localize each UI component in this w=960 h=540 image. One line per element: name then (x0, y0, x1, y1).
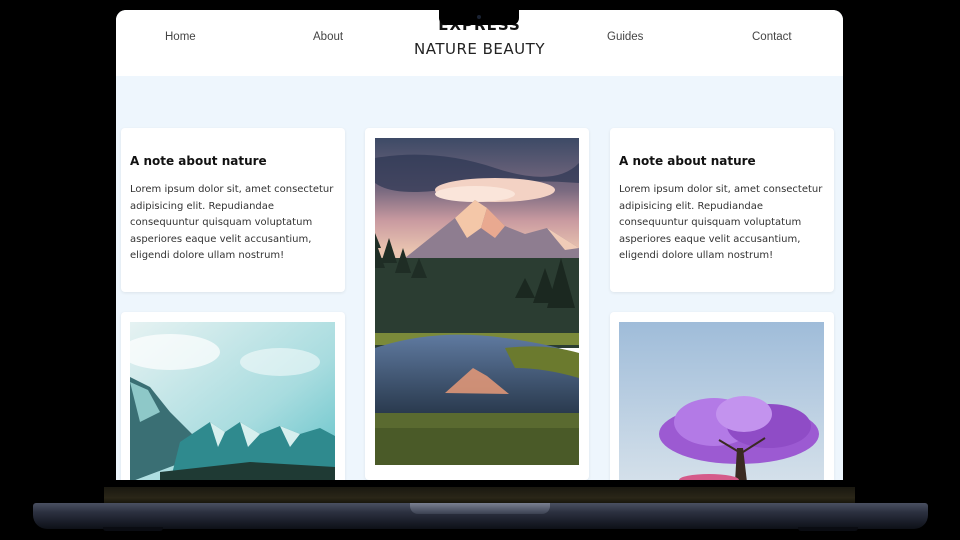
teal-mountain-image (130, 322, 335, 480)
camera-notch (439, 10, 519, 25)
nav-guides-link[interactable]: Guides (607, 31, 643, 43)
image-card-center (365, 128, 589, 480)
image-card-left (121, 312, 345, 480)
note-card-left: A note about nature Lorem ipsum dolor si… (121, 128, 345, 292)
laptop-base (33, 503, 928, 531)
note-card-body: Lorem ipsum dolor sit, amet consectetur … (130, 184, 334, 261)
nav-contact-link[interactable]: Contact (752, 31, 792, 43)
laptop-foot (103, 527, 163, 531)
image-card-right (610, 312, 834, 480)
laptop-foot (798, 527, 858, 531)
note-card-title: A note about nature (619, 154, 756, 168)
laptop-opening-groove (410, 503, 550, 514)
mountain-lake-image (375, 138, 579, 465)
brand-subtitle: NATURE BEAUTY (414, 40, 545, 58)
laptop-screen: Home About EXPRESS NATURE BEAUTY Guides … (116, 10, 843, 480)
note-card-right: A note about nature Lorem ipsum dolor si… (610, 128, 834, 292)
note-card-title: A note about nature (130, 154, 267, 168)
note-card-body: Lorem ipsum dolor sit, amet consectetur … (619, 184, 823, 261)
purple-tree-image (619, 322, 824, 480)
